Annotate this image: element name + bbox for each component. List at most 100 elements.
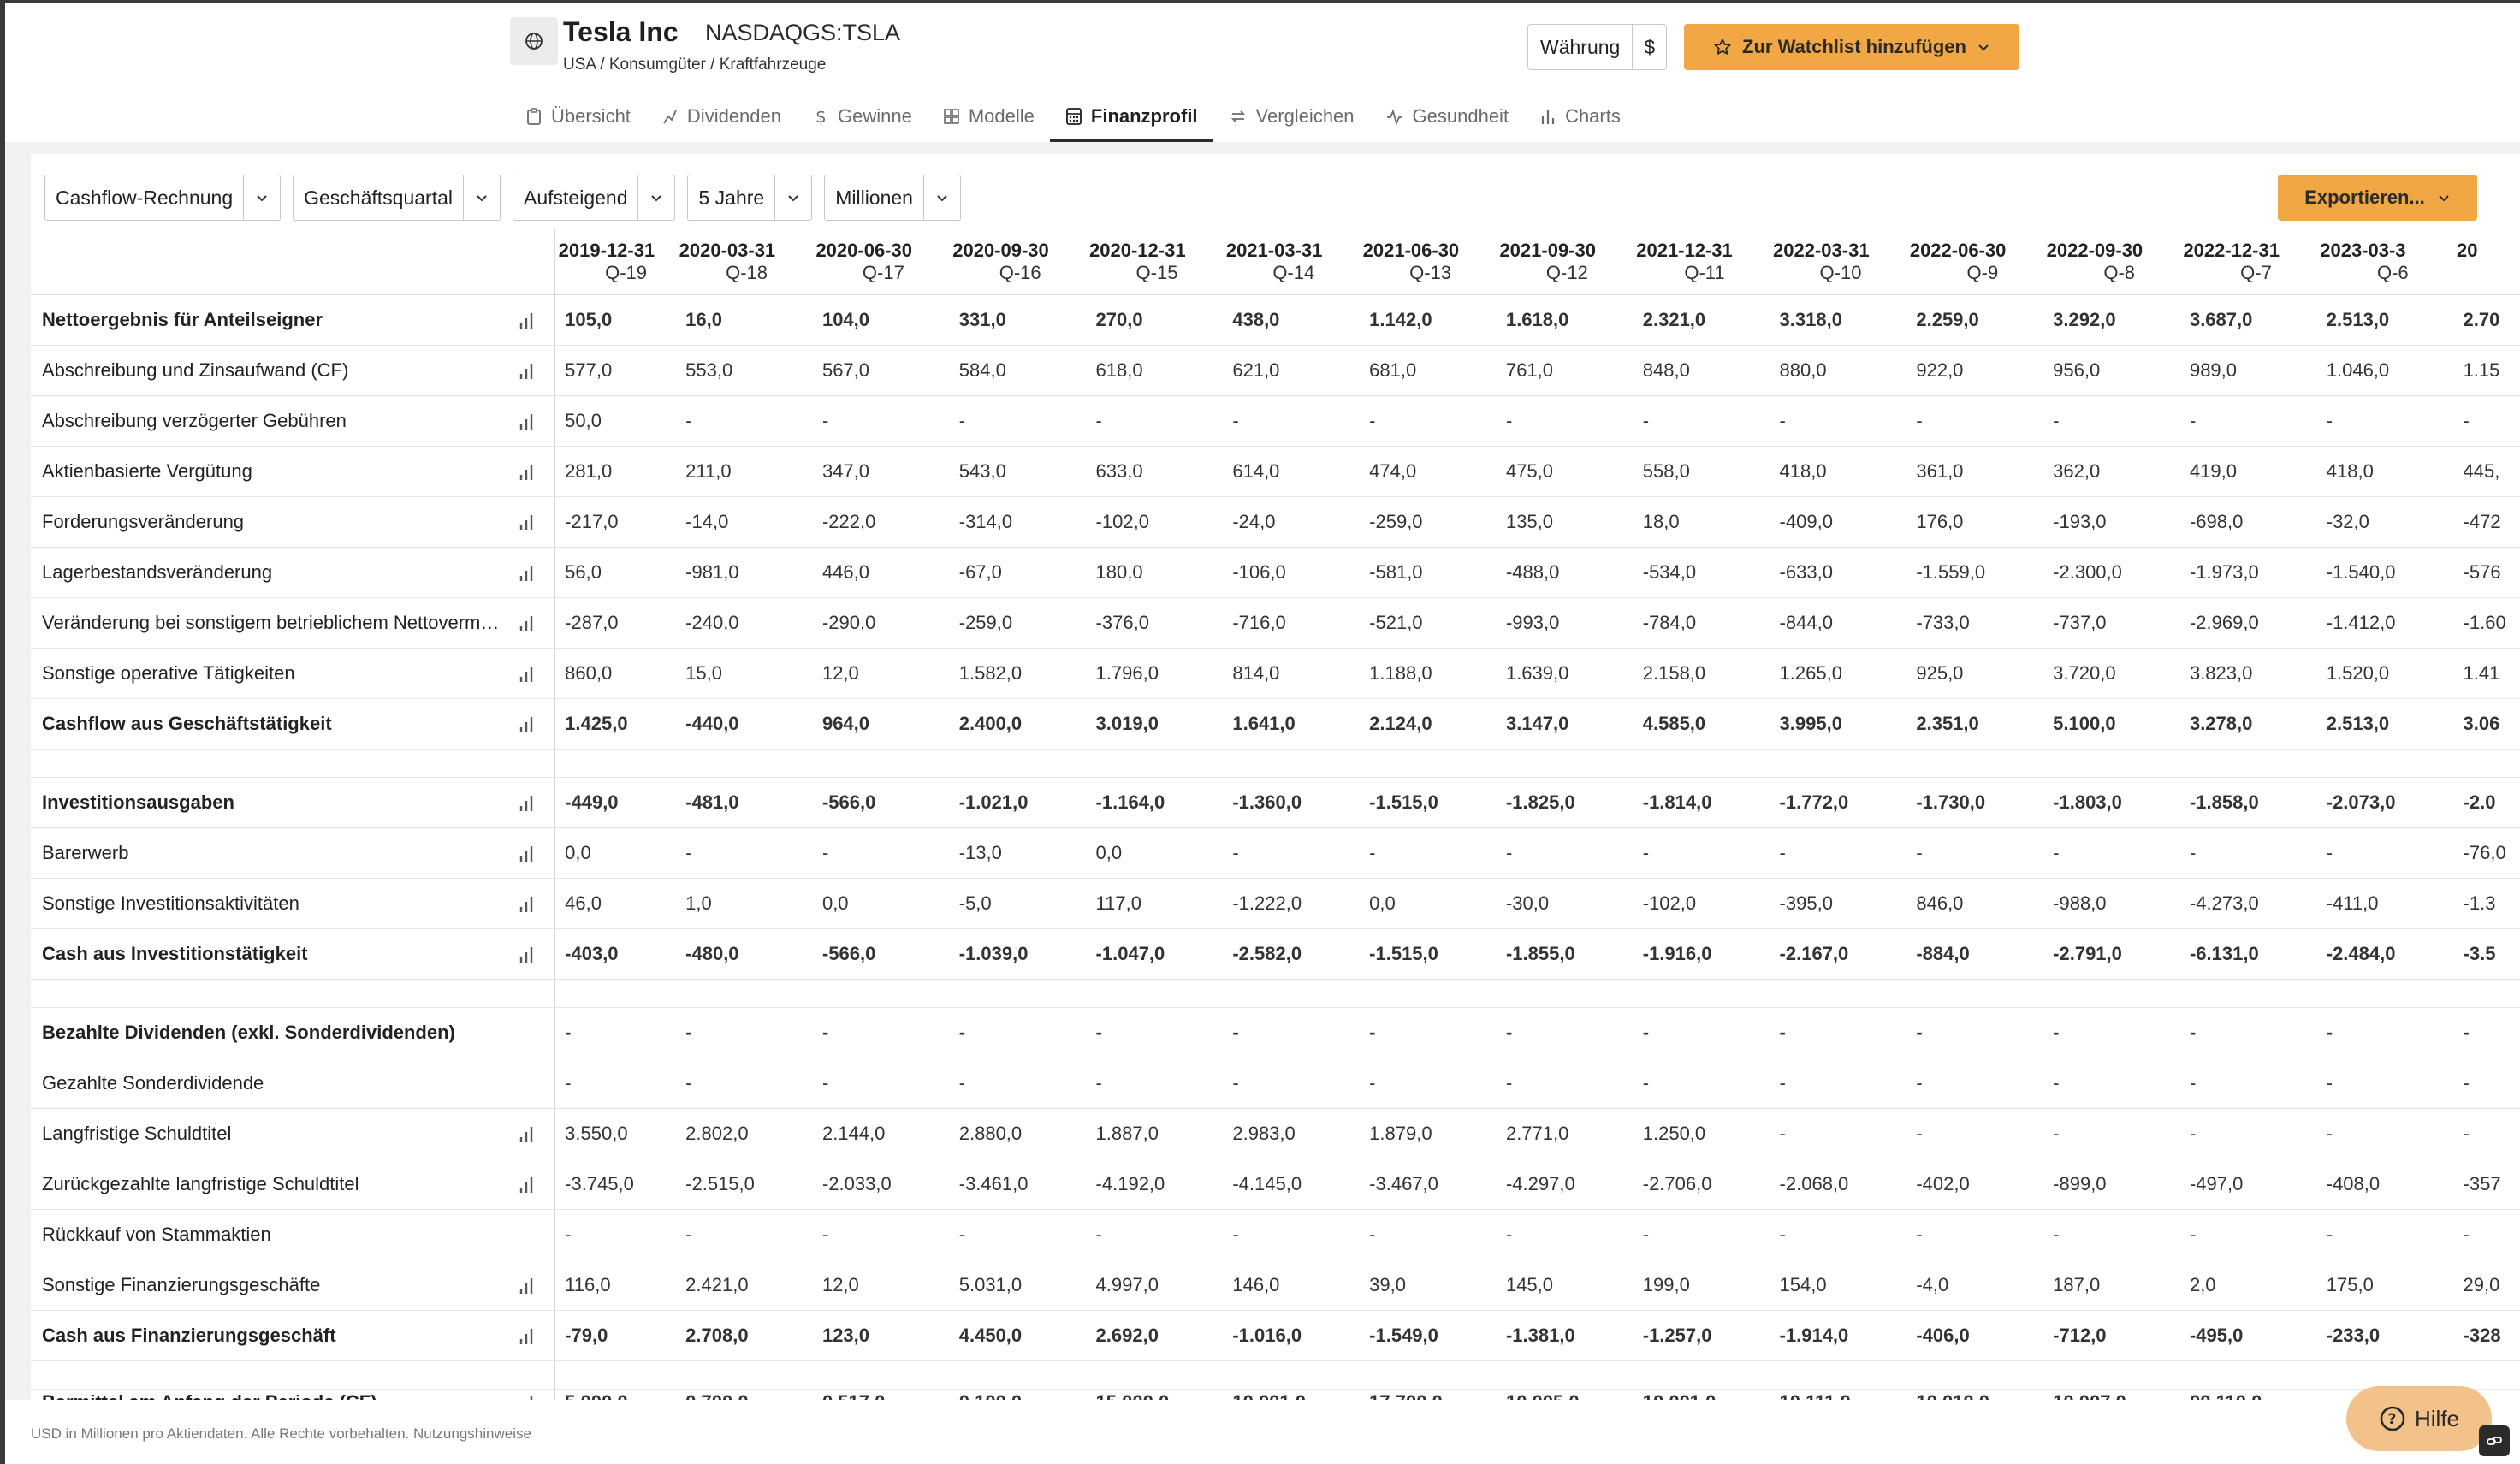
tab-overview[interactable]: Übersicht bbox=[510, 91, 646, 142]
tab-dividends[interactable]: Dividenden bbox=[646, 91, 797, 142]
table-cell: - bbox=[1779, 1022, 1786, 1043]
column-date[interactable]: 2022-09-30 bbox=[2047, 240, 2143, 262]
table-cell: - bbox=[1779, 1072, 1786, 1094]
table-cell: 116,0 bbox=[565, 1274, 611, 1295]
table-cell: 0.700,0 bbox=[685, 1390, 748, 1400]
row-chart-icon[interactable] bbox=[519, 845, 534, 862]
column-date[interactable]: 2021-09-30 bbox=[1499, 240, 1596, 262]
column-date[interactable]: 2021-12-31 bbox=[1636, 240, 1733, 262]
table-cell: -1.60 bbox=[2463, 612, 2506, 633]
tab-compare[interactable]: Vergleichen bbox=[1213, 91, 1370, 142]
row-label: Sonstige operative Tätigkeiten bbox=[42, 662, 295, 684]
section-tabs: Übersicht Dividenden $ Gewinne Modelle F… bbox=[510, 91, 2016, 143]
column-date[interactable]: 20 bbox=[2457, 240, 2477, 262]
table-cell: - bbox=[1779, 410, 1786, 431]
statement-select[interactable]: Cashflow-Rechnung bbox=[44, 175, 282, 221]
table-cell: 10.111,0 bbox=[1780, 1390, 1851, 1400]
table-cell: 1.250,0 bbox=[1642, 1123, 1706, 1144]
globe-button[interactable] bbox=[510, 17, 558, 65]
table-cell: - bbox=[1369, 1224, 1376, 1245]
table-cell: 964,0 bbox=[821, 713, 870, 734]
header-label-cell bbox=[31, 228, 555, 294]
column-date[interactable]: 2019-12-31 bbox=[559, 240, 655, 262]
tab-earnings[interactable]: $ Gewinne bbox=[797, 91, 928, 142]
column-date[interactable]: 2020-09-30 bbox=[952, 240, 1049, 262]
table-cell: 543,0 bbox=[958, 460, 1006, 482]
column-date[interactable]: 2020-12-31 bbox=[1089, 240, 1186, 262]
row-chart-icon[interactable] bbox=[519, 665, 534, 682]
table-cell: -2.582,0 bbox=[1232, 943, 1302, 964]
row-label-cell: Cash aus Finanzierungsgeschäft bbox=[31, 1311, 555, 1360]
row-chart-icon[interactable] bbox=[519, 362, 534, 379]
table-cell: 922,0 bbox=[1916, 359, 1964, 381]
table-cell: -67,0 bbox=[958, 561, 1002, 583]
row-chart-icon[interactable] bbox=[519, 513, 534, 530]
row-chart-icon[interactable] bbox=[519, 614, 534, 631]
row-chart-icon[interactable] bbox=[519, 463, 534, 480]
table-cell: -1.814,0 bbox=[1642, 791, 1712, 813]
table-cell: 135,0 bbox=[1505, 511, 1554, 532]
table-row: Abschreibung und Zinsaufwand (CF) 577,0 55… bbox=[31, 346, 2520, 396]
column-date[interactable]: 2023-03-3 bbox=[2320, 240, 2405, 262]
table-cell: 15.000,0 bbox=[1096, 1390, 1170, 1400]
column-date[interactable]: 2020-03-31 bbox=[679, 240, 776, 262]
row-chart-icon[interactable] bbox=[519, 412, 534, 430]
table-cell: - bbox=[685, 842, 692, 863]
table-cell: -1.540,0 bbox=[2326, 561, 2396, 583]
table-cell: - bbox=[2463, 1224, 2470, 1245]
table-cell: 146,0 bbox=[1232, 1274, 1280, 1295]
star-icon bbox=[1714, 39, 1731, 55]
row-chart-icon[interactable] bbox=[519, 715, 534, 732]
table-cell: - bbox=[821, 1072, 829, 1094]
row-label: Barerwerb bbox=[42, 842, 129, 863]
period-select[interactable]: Geschäftsquartal bbox=[293, 175, 501, 221]
table-cell: 2.158,0 bbox=[1642, 662, 1706, 684]
range-select[interactable]: 5 Jahre bbox=[687, 175, 813, 221]
table-cell: - bbox=[565, 1022, 572, 1043]
tab-charts[interactable]: Charts bbox=[1524, 91, 1636, 142]
add-to-watchlist-button[interactable]: Zur Watchlist hinzufügen bbox=[1684, 24, 2019, 70]
table-cell: - bbox=[821, 842, 829, 863]
table-cell: 2.513,0 bbox=[2326, 309, 2390, 330]
row-chart-icon[interactable] bbox=[519, 794, 534, 811]
table-cell: -217,0 bbox=[565, 511, 619, 532]
units-select[interactable]: Millionen bbox=[824, 175, 961, 221]
column-date[interactable]: 2020-06-30 bbox=[815, 240, 912, 262]
table-cell: -14,0 bbox=[685, 511, 729, 532]
row-chart-icon[interactable] bbox=[519, 945, 534, 963]
table-spacer-row bbox=[31, 980, 2520, 1008]
row-label-cell: Bezahlte Dividenden (exkl. Sonderdividen… bbox=[31, 1008, 555, 1058]
row-chart-icon[interactable] bbox=[519, 564, 534, 581]
pulse-icon bbox=[1386, 109, 1402, 126]
row-chart-icon[interactable] bbox=[519, 1125, 534, 1142]
tab-health[interactable]: Gesundheit bbox=[1370, 91, 1525, 142]
currency-value[interactable]: $ bbox=[1633, 25, 1666, 69]
column-date[interactable]: 2022-06-30 bbox=[1910, 240, 2007, 262]
table-cell: - bbox=[2326, 1072, 2333, 1094]
table-cell: -5,0 bbox=[958, 892, 992, 914]
column-date[interactable]: 2022-12-31 bbox=[2183, 240, 2280, 262]
currency-selector[interactable]: Währung $ bbox=[1527, 24, 1668, 70]
link-icon[interactable] bbox=[2479, 1425, 2510, 1456]
select-caret bbox=[774, 175, 811, 220]
column-date[interactable]: 2021-03-31 bbox=[1226, 240, 1323, 262]
table-cell: -3.467,0 bbox=[1369, 1173, 1438, 1194]
column-date[interactable]: 2022-03-31 bbox=[1773, 240, 1870, 262]
help-button[interactable]: ? Hilfe bbox=[2346, 1386, 2492, 1451]
tab-financial-profile[interactable]: Finanzprofil bbox=[1049, 91, 1213, 143]
row-chart-icon[interactable] bbox=[519, 1176, 534, 1193]
table-cell: - bbox=[821, 1022, 829, 1043]
row-chart-icon[interactable] bbox=[519, 1395, 534, 1400]
dividend-icon bbox=[663, 110, 677, 124]
row-chart-icon[interactable] bbox=[519, 1327, 534, 1344]
table-cell: -1.515,0 bbox=[1369, 791, 1438, 813]
table-cell: 12,0 bbox=[821, 1274, 859, 1295]
table-cell: 2.144,0 bbox=[821, 1123, 886, 1144]
row-chart-icon[interactable] bbox=[519, 895, 534, 912]
export-button[interactable]: Exportieren... bbox=[2278, 175, 2477, 221]
column-date[interactable]: 2021-06-30 bbox=[1363, 240, 1460, 262]
row-chart-icon[interactable] bbox=[519, 311, 534, 329]
sort-order-select[interactable]: Aufsteigend bbox=[513, 175, 676, 221]
row-chart-icon[interactable] bbox=[519, 1277, 534, 1294]
tab-models[interactable]: Modelle bbox=[928, 91, 1050, 142]
